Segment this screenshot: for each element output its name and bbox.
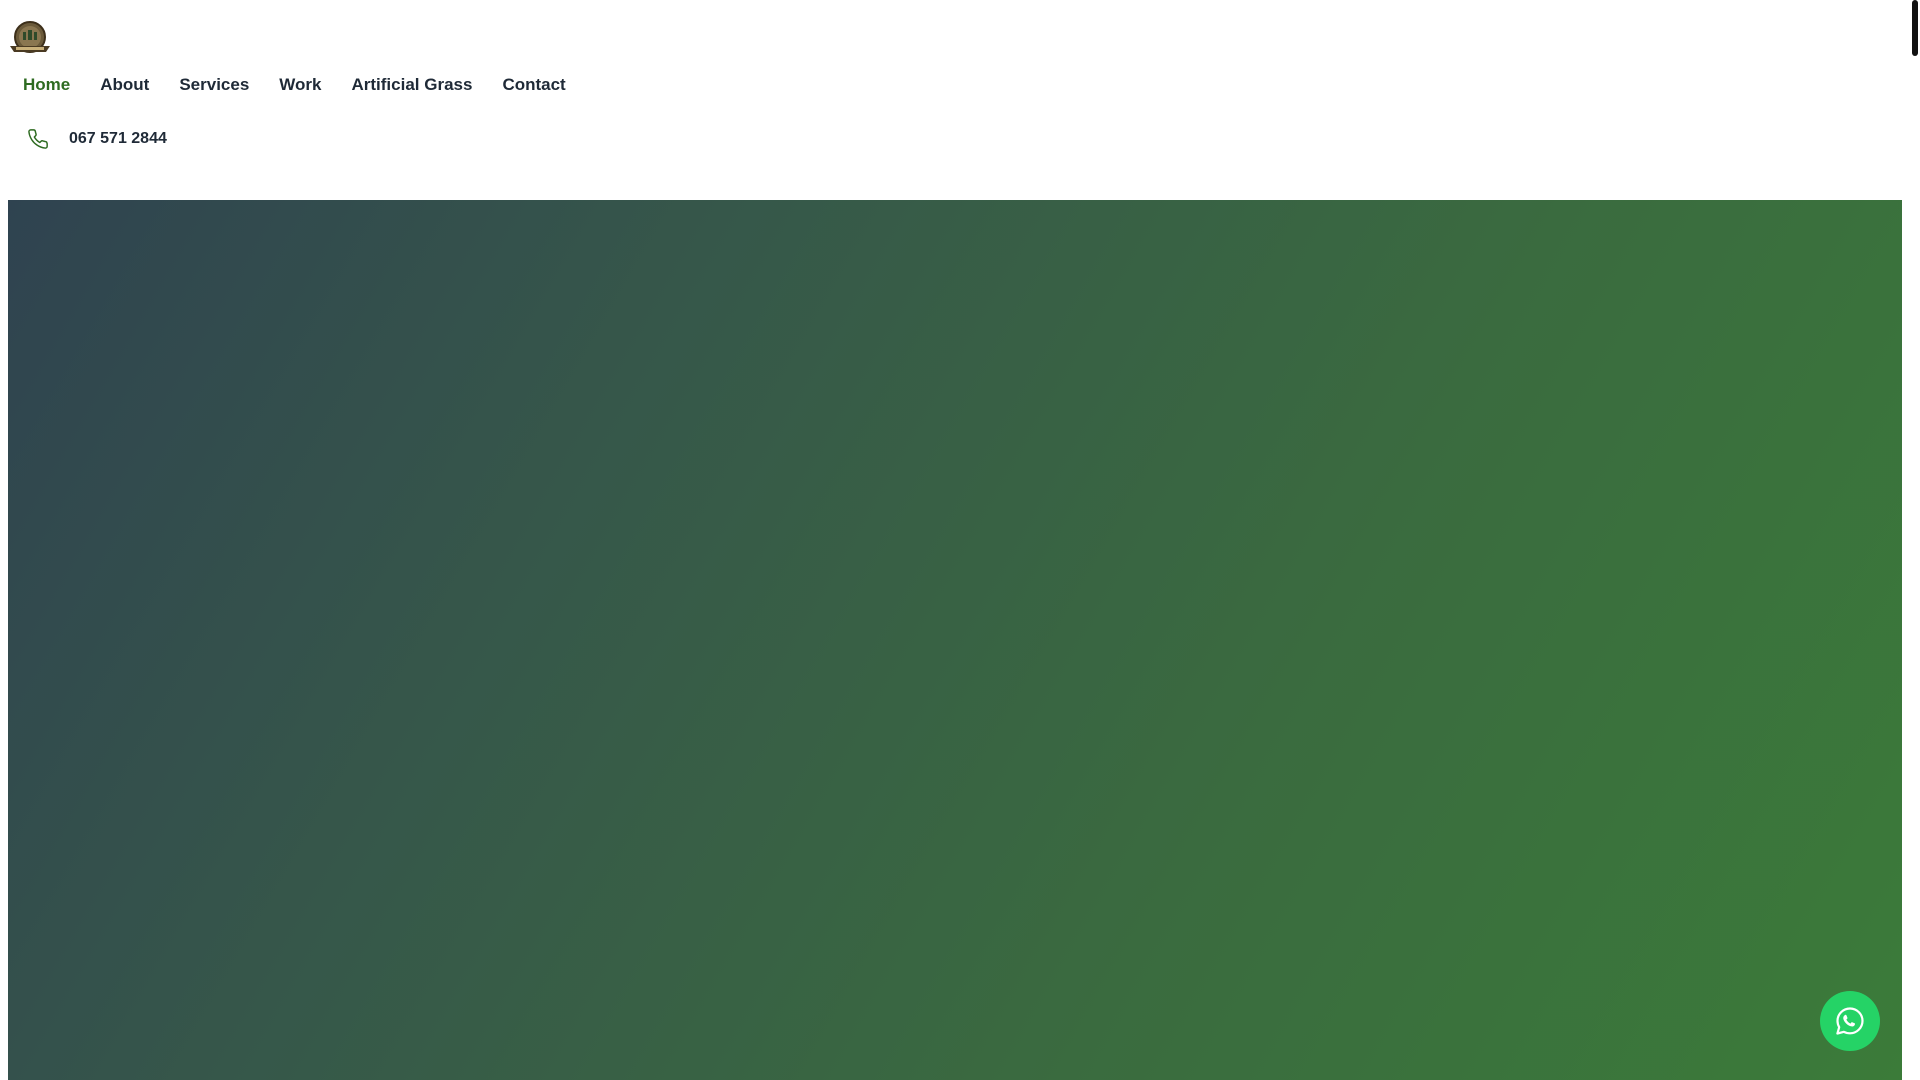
hero-banner [8, 200, 1902, 1080]
phone-icon [27, 128, 49, 150]
whatsapp-button[interactable] [1820, 991, 1880, 1051]
scrollbar-thumb[interactable] [1912, 0, 1918, 56]
nav-item-services[interactable]: Services [179, 72, 249, 98]
nav-item-home[interactable]: Home [23, 72, 70, 98]
whatsapp-icon [1836, 1007, 1864, 1035]
nav-item-work[interactable]: Work [279, 72, 321, 98]
phone-contact[interactable]: 067 571 2844 [27, 128, 167, 150]
page: Home About Services Work Artificial Gras… [0, 0, 1920, 1080]
badge-logo-icon [10, 21, 50, 53]
main-nav: Home About Services Work Artificial Gras… [23, 72, 596, 98]
nav-item-artificial-grass[interactable]: Artificial Grass [351, 72, 472, 98]
nav-item-contact[interactable]: Contact [502, 72, 565, 98]
nav-item-about[interactable]: About [100, 72, 149, 98]
phone-number[interactable]: 067 571 2844 [69, 130, 167, 148]
company-logo[interactable] [8, 20, 52, 56]
